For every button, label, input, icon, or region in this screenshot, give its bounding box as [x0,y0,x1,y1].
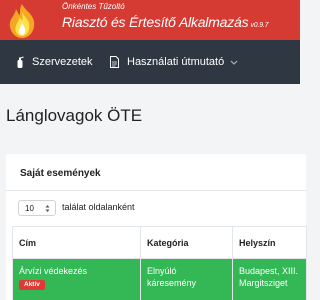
page-size-value: 10 [25,203,34,213]
event-title: Árvízi védekezés [19,266,88,276]
nav-item-organizations-label: Szervezetek [32,56,93,68]
column-header-category[interactable]: Kategória [140,226,233,259]
select-arrows-icon [45,205,50,212]
fire-extinguisher-icon [17,56,24,68]
app-subtitle: Önkéntes Tűzoltó [62,2,125,11]
nav-item-user-guide-label: Használati útmutató [127,56,225,68]
cell-title[interactable]: Árvízi védekezés Aktív [12,258,141,300]
table-row[interactable]: Árvízi védekezés Aktív Elnyúló káresemén… [12,258,307,300]
column-header-location[interactable]: Helyszín [232,226,307,259]
card-divider [6,190,306,191]
flame-logo-icon [9,4,35,38]
nav-item-organizations[interactable]: Szervezetek [16,40,93,84]
document-icon [110,56,119,68]
events-table: Cím Kategória Helyszín Árvízi védekezés … [12,226,307,300]
app-version: v0.9.7 [250,22,269,29]
nav-item-user-guide[interactable]: Használati útmutató [110,40,246,84]
app-header: Önkéntes Tűzoltó Riasztó és Értesítő Alk… [0,0,300,40]
card-title: Saját események [20,168,101,179]
column-header-title[interactable]: Cím [12,226,141,259]
page-title: Lánglovagok ÖTE [6,106,143,125]
page-size-label: találat oldalanként [62,202,135,212]
page-size-select[interactable]: 10 [18,200,56,216]
app-title-text: Riasztó és Értesítő Alkalmazás [62,14,249,30]
app-title: Riasztó és Értesítő Alkalmazás v0.9.7 [62,14,269,30]
main-navbar: Szervezetek Használati útmutató [0,40,300,84]
cell-location: Budapest, XIII. Margitsziget [232,258,307,300]
table-header-row: Cím Kategória Helyszín [12,226,307,259]
cell-category: Elnyúló káresemény [140,258,233,300]
status-badge: Aktív [19,280,45,290]
events-card: Saját események 10 találat oldalanként C… [6,154,307,300]
chevron-down-icon [230,60,238,65]
